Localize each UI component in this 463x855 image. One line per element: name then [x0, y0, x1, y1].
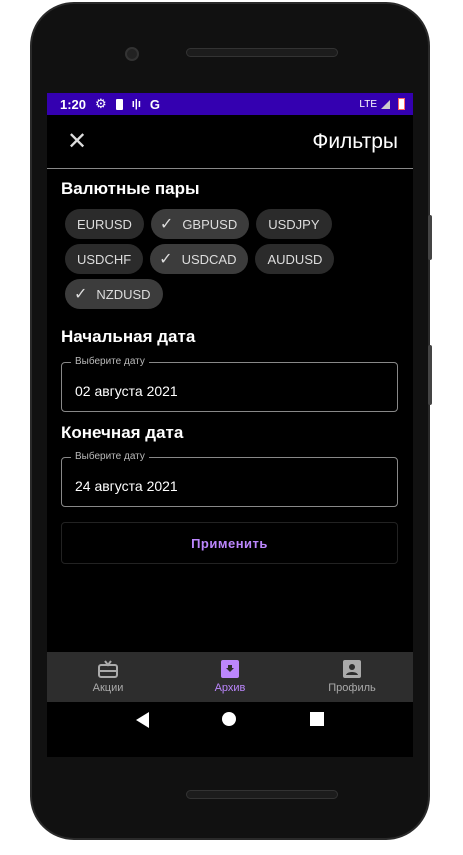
chip-label: NZDUSD	[96, 286, 151, 302]
end-date-field[interactable]: Выберите дату 24 августа 2021	[61, 451, 398, 507]
start-date-label: Выберите дату	[71, 356, 149, 367]
apply-button[interactable]: Применить	[61, 522, 398, 564]
archive-icon	[221, 660, 239, 678]
chip-nzdusd[interactable]: ✓ NZDUSD	[65, 279, 163, 309]
chip-label: USDJPY	[268, 216, 320, 232]
bottom-nav: Акции Архив Профиль	[47, 652, 413, 702]
screen: 1:20 ⚙ ı|ı G LTE ✕ Фильтры Валютные пары…	[47, 93, 413, 757]
nav-item-profile[interactable]: Профиль	[291, 652, 413, 702]
chip-gbpusd[interactable]: ✓ GBPUSD	[150, 209, 250, 239]
recents-icon[interactable]	[310, 712, 325, 726]
nav-label: Акции	[92, 682, 124, 694]
chip-usdchf[interactable]: USDCHF	[65, 244, 144, 274]
chip-label: USDCHF	[77, 251, 132, 267]
chip-audusd[interactable]: AUDUSD	[255, 244, 335, 274]
chip-eurusd[interactable]: EURUSD	[65, 209, 144, 239]
google-icon: G	[149, 96, 161, 112]
nav-label: Профиль	[328, 682, 376, 694]
home-icon[interactable]	[222, 712, 237, 726]
chip-label: AUDUSD	[267, 251, 323, 267]
end-date-heading: Конечная дата	[61, 423, 184, 442]
network-type: LTE	[359, 98, 377, 110]
system-nav-bar	[47, 712, 413, 728]
battery-icon	[398, 98, 405, 110]
check-icon: ✓	[74, 286, 88, 303]
chip-usdcad[interactable]: ✓ USDCAD	[150, 244, 249, 274]
end-date-label: Выберите дату	[71, 451, 149, 462]
chip-label: USDCAD	[181, 251, 237, 267]
chip-label: EURUSD	[77, 216, 132, 232]
gift-card-icon	[98, 660, 118, 678]
status-bar: 1:20 ⚙ ı|ı G LTE	[47, 93, 413, 115]
start-date-heading: Начальная дата	[61, 327, 196, 346]
chip-usdjpy[interactable]: USDJPY	[256, 209, 332, 239]
end-date-value: 24 августа 2021	[75, 478, 178, 494]
chip-label: GBPUSD	[182, 216, 238, 232]
speaker-bottom	[186, 790, 338, 799]
back-icon[interactable]	[135, 712, 149, 728]
power-button	[428, 345, 432, 405]
start-date-value: 02 августа 2021	[75, 383, 178, 399]
camera	[125, 47, 139, 61]
speaker	[186, 48, 338, 57]
signal-bars-icon: ı|ı	[131, 98, 141, 110]
check-icon: ✓	[159, 216, 174, 233]
pairs-heading: Валютные пары	[61, 179, 200, 198]
check-icon: ✓	[159, 251, 173, 268]
settings-icon: ⚙	[95, 96, 107, 111]
clock: 1:20	[60, 96, 87, 112]
top-bar: ✕ Фильтры	[47, 115, 413, 169]
profile-icon	[343, 660, 361, 678]
page-title: Фильтры	[312, 129, 398, 153]
signal-icon	[381, 99, 390, 109]
nav-label: Архив	[214, 682, 246, 694]
start-date-field[interactable]: Выберите дату 02 августа 2021	[61, 356, 398, 412]
nav-item-archive[interactable]: Архив	[169, 652, 291, 702]
nav-item-promotions[interactable]: Акции	[47, 652, 169, 702]
close-icon[interactable]: ✕	[67, 127, 87, 156]
volume-button	[428, 215, 432, 260]
pairs-chip-group: EURUSD ✓ GBPUSD USDJPY USDCHF ✓ USDCAD AUDUSD ✓ N…	[47, 201, 407, 309]
battery-saver-icon	[115, 98, 123, 110]
